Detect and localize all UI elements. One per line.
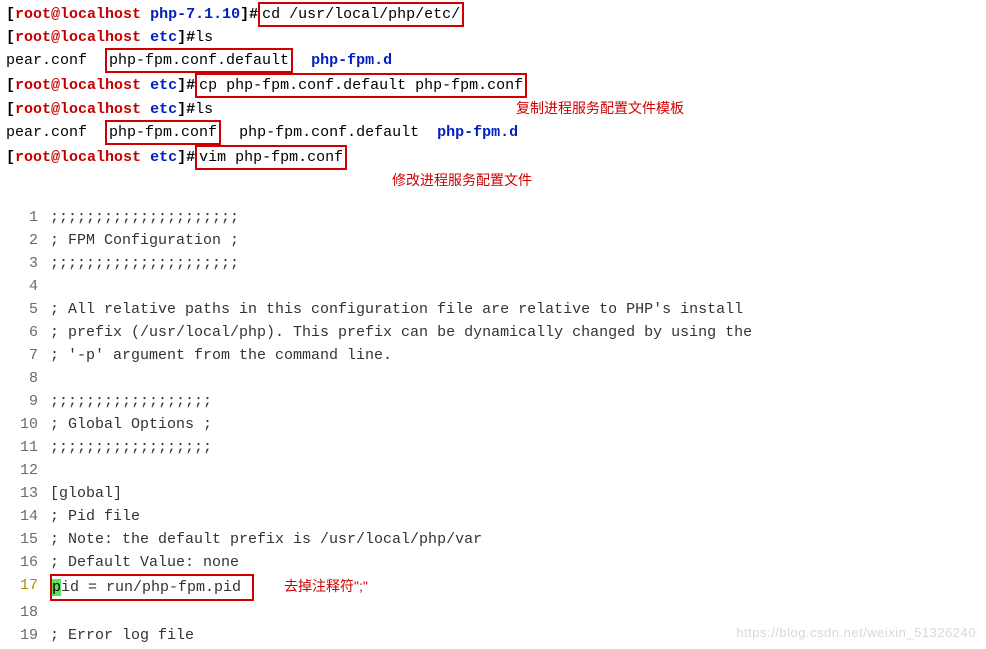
cmd-cd-box: cd /usr/local/php/etc/ (258, 2, 464, 27)
cmd-vim-box: vim php-fpm.conf (195, 145, 347, 170)
host: localhost (60, 6, 141, 23)
prompt-line-vim: [root@localhost etc]#vim php-fpm.conf (6, 145, 980, 170)
line-number: 1 (6, 206, 50, 229)
cmd-vim: vim php-fpm.conf (199, 149, 343, 166)
pid-line-box: pid = run/php-fpm.pid (50, 574, 254, 601)
prompt-line-cp: [root@localhost etc]#cp php-fpm.conf.def… (6, 73, 980, 98)
annotation-vim: 修改进程服务配置文件 (6, 170, 980, 192)
user: root (15, 6, 51, 23)
cursor-highlight: p (52, 579, 61, 596)
file-php-fpm-conf-box: php-fpm.conf (105, 120, 221, 145)
prompt-line-cd: [root@localhost php-7.1.10]#cd /usr/loca… (6, 2, 980, 27)
cwd: php-7.1.10 (150, 6, 240, 23)
dir-php-fpm-d: php-fpm.d (311, 52, 392, 69)
cmd-cp: cp php-fpm.conf.default php-fpm.conf (199, 77, 523, 94)
ls-output-2: pear.conf php-fpm.conf php-fpm.conf.defa… (6, 120, 980, 145)
file-php-fpm-conf-default-box: php-fpm.conf.default (105, 48, 293, 73)
current-line-number: 17 (6, 574, 50, 601)
prompt-line-ls1: [root@localhost etc]#ls (6, 27, 980, 48)
cmd-cp-box: cp php-fpm.conf.default php-fpm.conf (195, 73, 527, 98)
cmd-ls: ls (195, 29, 213, 46)
cmd-cd: cd /usr/local/php/etc/ (262, 6, 460, 23)
code-line: ;;;;;;;;;;;;;;;;;;;;; (50, 206, 980, 229)
annotation-remove-semicolon: 去掉注释符";" (284, 575, 368, 598)
editor-view[interactable]: 1;;;;;;;;;;;;;;;;;;;;; 2; FPM Configurat… (6, 206, 980, 647)
ls-output-1: pear.conf php-fpm.conf.default php-fpm.d (6, 48, 980, 73)
